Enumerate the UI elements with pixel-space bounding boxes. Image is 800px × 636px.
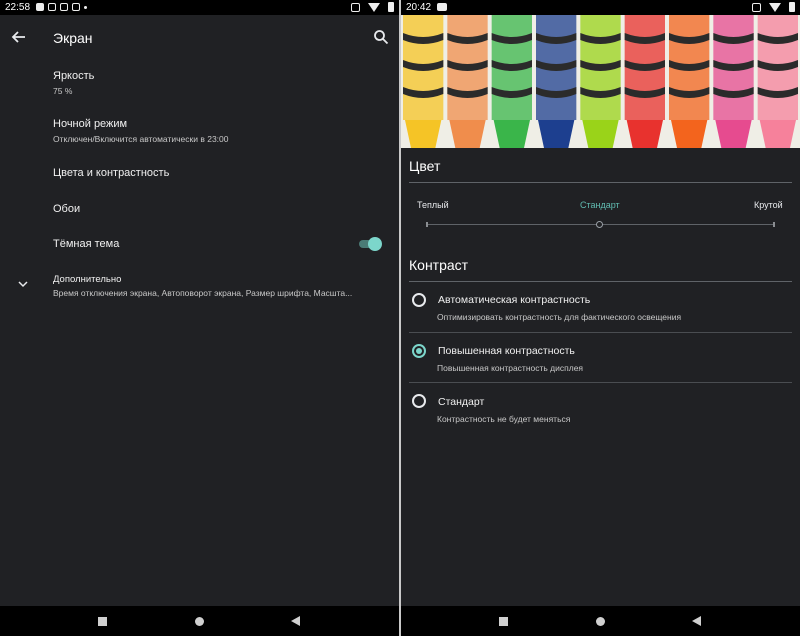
back-nav-icon[interactable] [291, 616, 300, 626]
setting-title: Яркость [53, 70, 95, 82]
crayon-tip [626, 120, 663, 148]
crayon-tip [538, 120, 575, 148]
radio-button[interactable] [412, 293, 426, 307]
recents-icon[interactable] [98, 617, 107, 626]
recents-icon[interactable] [499, 617, 508, 626]
status-time: 22:58 [5, 2, 31, 13]
home-icon[interactable] [195, 617, 204, 626]
slider-tick [773, 222, 775, 227]
instagram-icon [60, 3, 68, 11]
radio-button[interactable] [412, 394, 426, 408]
back-arrow-icon[interactable] [10, 28, 28, 46]
night-mode-setting[interactable]: Ночной режим Отключен/Включится автомати… [0, 114, 399, 150]
gmail-icon [48, 3, 56, 11]
contrast-section-title: Контраст [409, 257, 469, 273]
option-title: Повышенная контрастность [438, 345, 575, 357]
slider-thumb[interactable] [596, 221, 603, 228]
toggle-thumb [368, 237, 382, 251]
crayon-tip [449, 120, 486, 148]
navigation-bar [0, 606, 399, 636]
crayons-preview-image [401, 15, 800, 148]
crayon-tip [582, 120, 619, 148]
app-bar: Экран [0, 15, 399, 61]
home-icon[interactable] [596, 617, 605, 626]
setting-title: Тёмная тема [53, 238, 120, 250]
setting-title: Ночной режим [53, 118, 128, 130]
wallpaper-setting[interactable]: Обои [0, 198, 399, 222]
crayon-tip [671, 120, 708, 148]
vibrate-icon [752, 2, 761, 12]
crayon-tip [405, 120, 442, 148]
system-icons [351, 2, 394, 12]
chevron-down-icon[interactable] [17, 279, 29, 289]
setting-title: Цвета и контрастность [53, 167, 170, 179]
setting-title: Дополнительно [53, 274, 122, 285]
more-notifications-icon [84, 5, 87, 9]
notification-icons [437, 3, 447, 11]
radio-button-checked[interactable] [412, 344, 426, 358]
crayon-tip [493, 120, 530, 148]
setting-subtitle: Время отключения экрана, Автоповорот экр… [53, 288, 353, 298]
color-option-standard[interactable]: Стандарт [580, 200, 620, 210]
battery-icon [789, 2, 795, 12]
section-divider [409, 281, 792, 282]
section-divider [409, 182, 792, 183]
setting-subtitle: 75 % [53, 86, 73, 96]
battery-icon [388, 2, 394, 12]
search-icon[interactable] [373, 29, 389, 45]
back-nav-icon[interactable] [692, 616, 701, 626]
dark-theme-toggle[interactable] [359, 237, 382, 251]
option-subtitle: Оптимизировать контрастность для фактиче… [437, 312, 682, 322]
setting-title: Обои [53, 203, 81, 215]
setting-subtitle: Отключен/Включится автоматически в 23:00 [53, 134, 229, 144]
navigation-bar [401, 606, 800, 636]
instagram-icon [72, 3, 80, 11]
page-title: Экран [53, 30, 93, 46]
advanced-setting[interactable]: Дополнительно Время отключения экрана, А… [0, 270, 399, 300]
dark-theme-setting[interactable]: Тёмная тема [0, 233, 399, 257]
status-time: 20:42 [406, 2, 432, 13]
color-section-title: Цвет [409, 158, 441, 174]
slider-tick [426, 222, 428, 227]
status-bar: 20:42 [401, 0, 800, 15]
facebook-icon [36, 3, 44, 11]
option-subtitle: Повышенная контрастность дисплея [437, 363, 584, 373]
brightness-setting[interactable]: Яркость 75 % [0, 66, 399, 102]
option-divider [409, 332, 792, 333]
crayon-tip [715, 120, 752, 148]
colors-contrast-screen: 20:42 Цвет Теплый Стандарт Крутой Контра… [401, 0, 800, 636]
option-subtitle: Контрастность не будет меняться [437, 414, 571, 424]
display-settings-screen: 22:58 Экран Яркость 75 % Ночной режим От… [0, 0, 399, 636]
youtube-icon [437, 3, 447, 11]
status-bar: 22:58 [0, 0, 399, 15]
vibrate-icon [351, 2, 360, 12]
color-option-warm[interactable]: Теплый [417, 200, 449, 210]
wifi-icon [769, 2, 781, 12]
system-icons [752, 2, 795, 12]
wifi-icon [368, 2, 380, 12]
colors-contrast-setting[interactable]: Цвета и контрастность [0, 162, 399, 186]
notification-icons [36, 3, 87, 11]
option-title: Стандарт [438, 396, 485, 408]
option-title: Автоматическая контрастность [438, 294, 591, 306]
color-option-cool[interactable]: Крутой [754, 200, 783, 210]
crayon-tip [759, 120, 796, 148]
option-divider [409, 382, 792, 383]
